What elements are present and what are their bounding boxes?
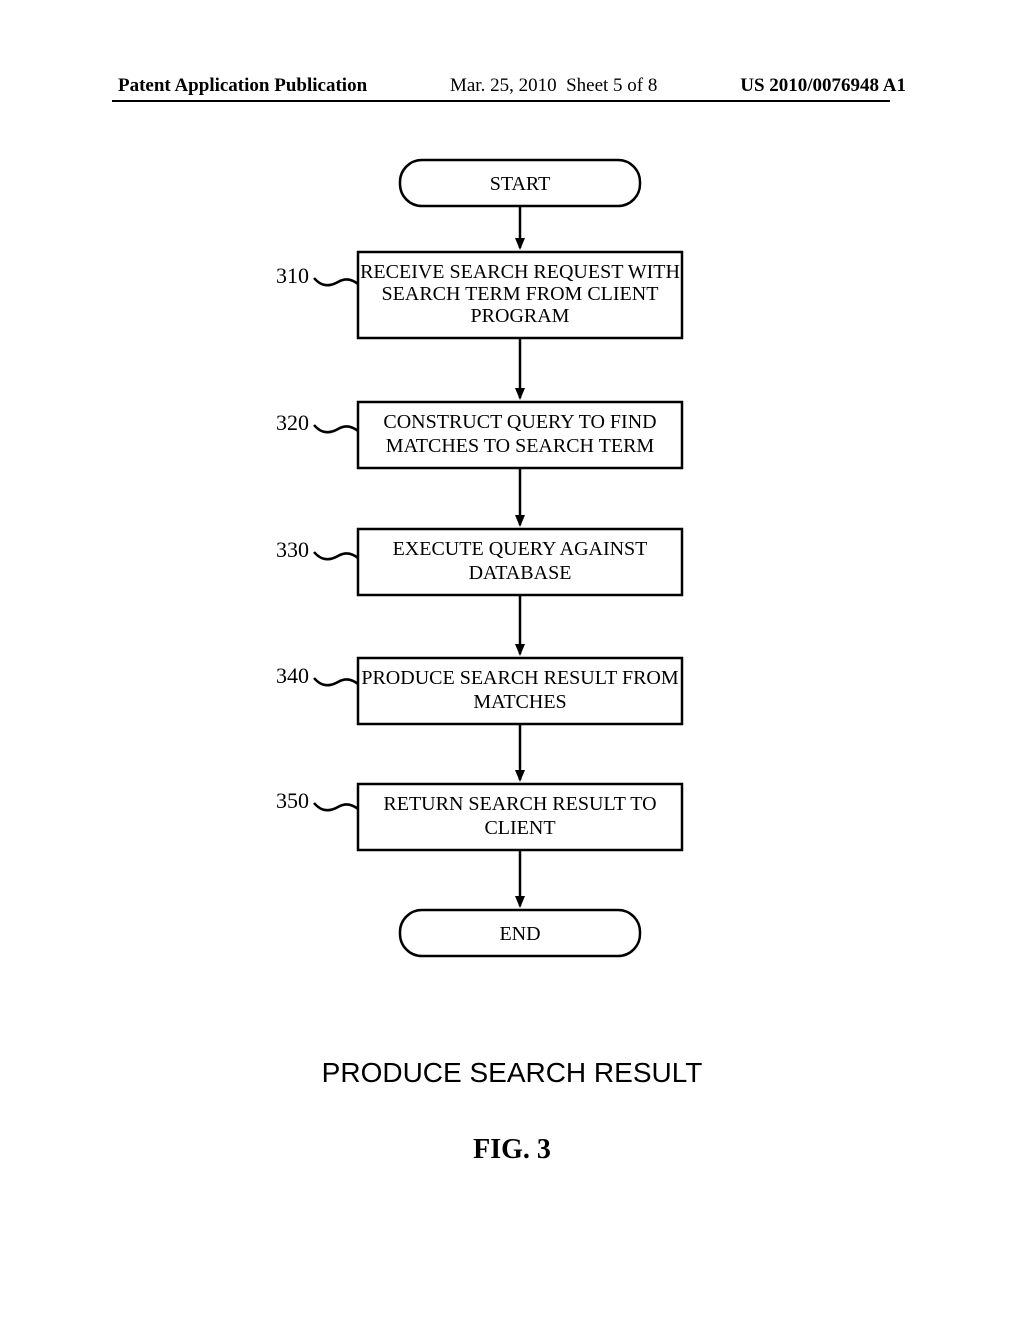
process-350-line1: RETURN SEARCH RESULT TO [383, 793, 656, 815]
terminator-start: START [400, 160, 640, 206]
leader-330 [314, 552, 358, 559]
process-330-line2: DATABASE [469, 562, 572, 584]
process-310-line1: RECEIVE SEARCH REQUEST WITH [360, 261, 680, 283]
end-label: END [499, 923, 540, 945]
figure-label: FIG. 3 [473, 1134, 551, 1165]
process-310-line2: SEARCH TERM FROM CLIENT [382, 283, 659, 305]
process-310-line3: PROGRAM [471, 305, 570, 327]
leader-350 [314, 803, 358, 810]
process-350-line2: CLIENT [484, 817, 555, 839]
start-label: START [490, 173, 551, 195]
process-330-line1: EXECUTE QUERY AGAINST [393, 538, 648, 560]
leader-310 [314, 278, 358, 285]
refnum-320: 320 [276, 410, 309, 435]
flowchart-svg: START RECEIVE SEARCH REQUEST WITH SEARCH… [0, 0, 1024, 1320]
process-320-line1: CONSTRUCT QUERY TO FIND [383, 411, 656, 433]
process-340-line2: MATCHES [473, 691, 566, 713]
refnum-310: 310 [276, 263, 309, 288]
figure-caption: PRODUCE SEARCH RESULT [322, 1057, 703, 1088]
terminator-end: END [400, 910, 640, 956]
process-340-line1: PRODUCE SEARCH RESULT FROM [361, 667, 679, 689]
leader-340 [314, 678, 358, 685]
refnum-350: 350 [276, 788, 309, 813]
process-320-line2: MATCHES TO SEARCH TERM [386, 435, 655, 457]
refnum-340: 340 [276, 663, 309, 688]
refnum-330: 330 [276, 537, 309, 562]
leader-320 [314, 425, 358, 432]
